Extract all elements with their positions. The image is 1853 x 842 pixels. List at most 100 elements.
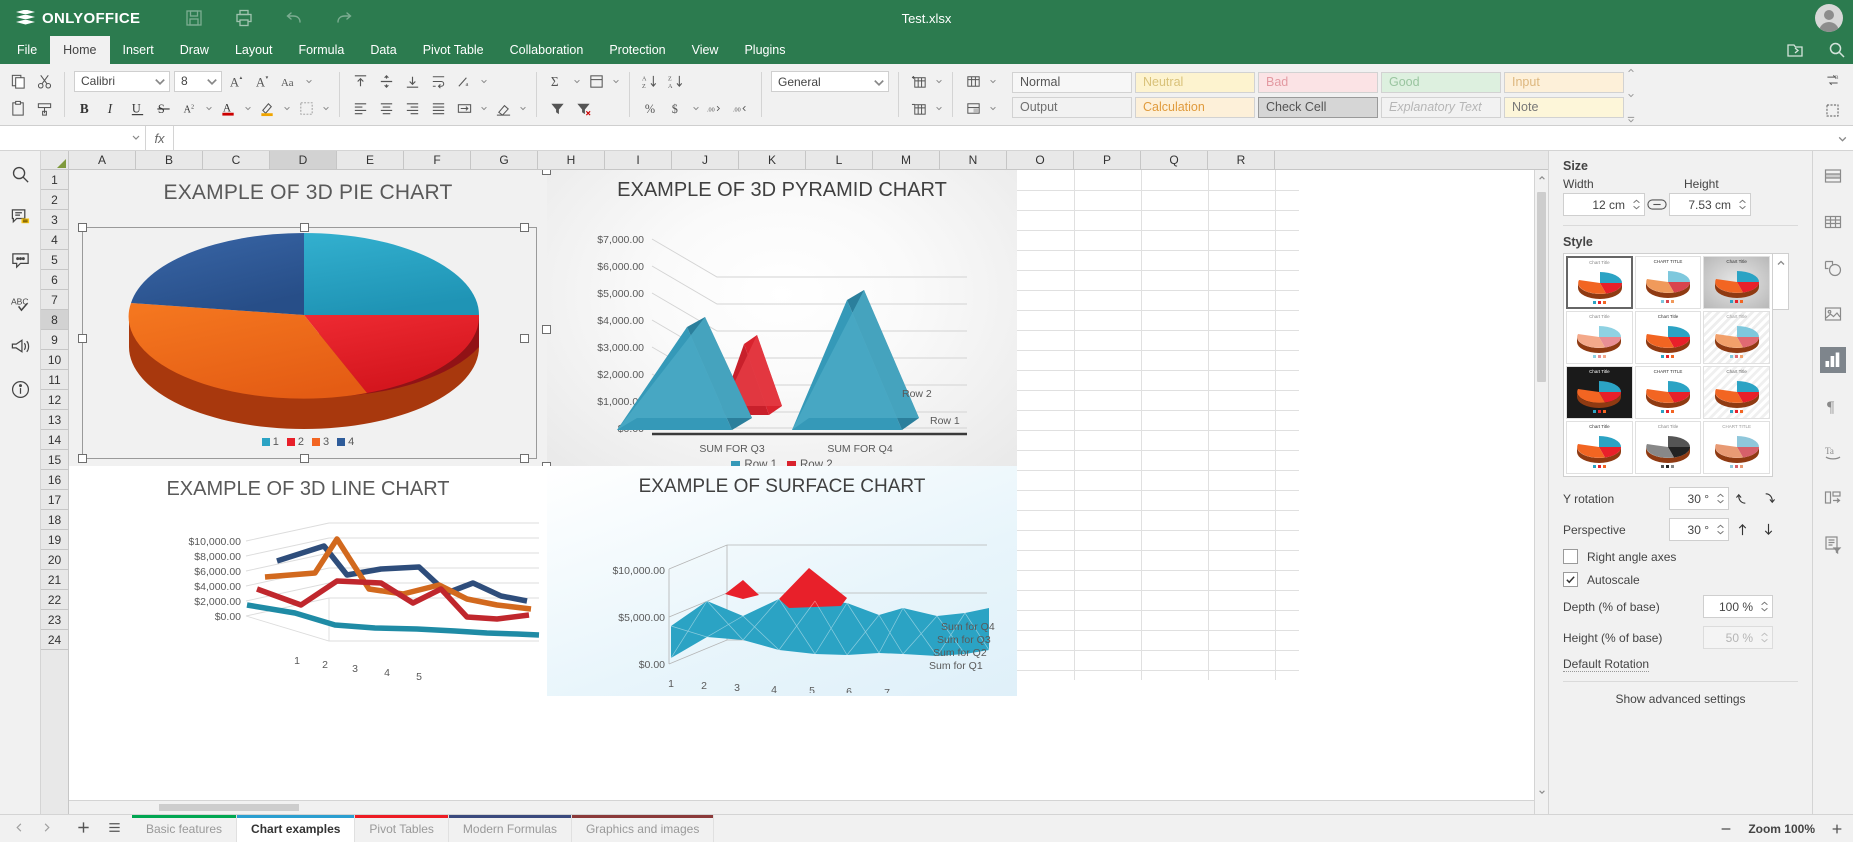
perspective-up-icon[interactable] (1729, 522, 1755, 537)
clear-filter-icon[interactable] (572, 97, 594, 119)
menu-item-protection[interactable]: Protection (596, 36, 678, 64)
decrease-font-size-icon[interactable]: A (252, 70, 274, 92)
user-avatar[interactable] (1815, 4, 1843, 32)
currency-format-icon[interactable]: $ (665, 97, 687, 119)
height-input[interactable]: 7.53 cm (1669, 193, 1751, 216)
chart-3d-line[interactable]: EXAMPLE OF 3D LINE CHART $10,000.00 $8,0… (69, 466, 547, 696)
chevron-down-icon[interactable] (131, 131, 141, 145)
chart-style-thumbnail[interactable]: CHART TITLE (1703, 421, 1770, 474)
cut-icon[interactable] (33, 70, 55, 92)
row-header-12[interactable]: 12 (41, 390, 68, 410)
text-art-icon[interactable]: Ta (1820, 439, 1846, 465)
menu-item-data[interactable]: Data (357, 36, 409, 64)
autosum-icon[interactable]: Σ (546, 70, 568, 92)
right-angle-axes-row[interactable]: Right angle axes (1563, 549, 1798, 564)
row-header-4[interactable]: 4 (41, 230, 68, 250)
select-all-icon[interactable] (1821, 99, 1843, 121)
delete-cells-icon[interactable] (908, 97, 930, 119)
stepper-arrows[interactable] (1630, 199, 1642, 210)
perspective-input[interactable]: 30 ° (1669, 518, 1729, 541)
chevron-down-icon[interactable] (153, 74, 167, 88)
column-header-P[interactable]: P (1074, 151, 1141, 169)
sheet-tab-basic-features[interactable]: Basic features (132, 815, 237, 842)
chevron-down-icon[interactable] (304, 70, 313, 92)
cell-settings-icon[interactable] (1820, 163, 1846, 189)
menu-item-file[interactable]: File (4, 36, 50, 64)
constant-proportions-icon[interactable] (1645, 199, 1669, 210)
add-sheet-icon[interactable] (76, 820, 91, 838)
increase-decimal-icon[interactable]: .00 (730, 97, 752, 119)
row-header-21[interactable]: 21 (41, 570, 68, 590)
row-header-14[interactable]: 14 (41, 430, 68, 450)
chart-3d-pyramid[interactable]: EXAMPLE OF 3D PYRAMID CHART $7,000.00 $6… (547, 170, 1017, 466)
chart-style-gallery[interactable]: Chart TitleCHART TITLEChart TitleChart T… (1563, 253, 1773, 477)
resize-handle[interactable] (520, 223, 529, 232)
menu-item-collaboration[interactable]: Collaboration (497, 36, 597, 64)
change-case-icon[interactable]: Aa (278, 70, 300, 92)
chevron-down-icon[interactable] (243, 97, 252, 119)
increase-font-size-icon[interactable]: A (226, 70, 248, 92)
style-gallery-expand-icon[interactable] (1626, 114, 1635, 124)
wrap-text-icon[interactable] (427, 70, 449, 92)
autoscale-checkbox[interactable] (1563, 572, 1578, 587)
replace-icon[interactable]: B (1821, 69, 1843, 91)
chart-style-thumbnail[interactable]: Chart Title (1566, 311, 1633, 364)
italic-button[interactable]: I (100, 97, 122, 119)
percent-format-icon[interactable]: % (639, 97, 661, 119)
chart-style-thumbnail[interactable]: Chart Title (1703, 366, 1770, 419)
table-settings-icon[interactable] (1820, 209, 1846, 235)
align-middle-icon[interactable] (375, 70, 397, 92)
column-header-G[interactable]: G (471, 151, 538, 169)
row-header-2[interactable]: 2 (41, 190, 68, 210)
chevron-down-icon[interactable] (479, 97, 488, 119)
print-icon[interactable] (234, 8, 254, 28)
chart-style-thumbnail[interactable]: Chart Title (1635, 421, 1702, 474)
font-size-combo[interactable]: 8 (174, 71, 222, 92)
right-angle-axes-checkbox[interactable] (1563, 549, 1578, 564)
sort-descending-icon[interactable]: ZA (665, 70, 687, 92)
sort-ascending-icon[interactable]: AZ (639, 70, 661, 92)
resize-handle[interactable] (78, 454, 87, 463)
cell-style-bad[interactable]: Bad (1258, 72, 1378, 93)
cell-style-good[interactable]: Good (1381, 72, 1501, 93)
column-header-K[interactable]: K (739, 151, 806, 169)
merge-cells-icon[interactable] (453, 97, 475, 119)
resize-handle[interactable] (542, 325, 551, 334)
about-icon[interactable] (9, 378, 31, 400)
cell-style-check-cell[interactable]: Check Cell (1258, 97, 1378, 118)
cell-style-note[interactable]: Note (1504, 97, 1624, 118)
column-header-B[interactable]: B (136, 151, 203, 169)
align-right-icon[interactable] (401, 97, 423, 119)
sheet-list-icon[interactable] (107, 820, 122, 838)
menu-item-plugins[interactable]: Plugins (731, 36, 798, 64)
align-left-icon[interactable] (349, 97, 371, 119)
row-header-20[interactable]: 20 (41, 550, 68, 570)
row-header-3[interactable]: 3 (41, 210, 68, 230)
row-header-7[interactable]: 7 (41, 290, 68, 310)
width-input[interactable]: 12 cm (1563, 193, 1645, 216)
paste-icon[interactable] (7, 97, 29, 119)
sheet-tab-chart-examples[interactable]: Chart examples (237, 815, 355, 842)
select-all-corner[interactable] (41, 151, 69, 169)
y-rotation-input[interactable]: 30 ° (1669, 487, 1729, 510)
style-gallery-scrollbar[interactable] (1773, 253, 1789, 310)
chevron-down-icon[interactable] (691, 97, 700, 119)
chevron-down-icon[interactable] (572, 70, 581, 92)
fill-icon[interactable] (585, 70, 607, 92)
chat-icon[interactable] (9, 249, 31, 271)
cell-style-normal[interactable]: Normal (1012, 72, 1132, 93)
autoscale-row[interactable]: Autoscale (1563, 572, 1798, 587)
underline-button[interactable]: U (126, 97, 148, 119)
formula-input[interactable] (174, 126, 1831, 150)
conditional-formatting-icon[interactable] (962, 97, 984, 119)
undo-icon[interactable] (284, 8, 304, 28)
menu-item-formula[interactable]: Formula (285, 36, 357, 64)
chart-settings-icon[interactable] (1820, 347, 1846, 373)
font-color-icon[interactable]: A (217, 97, 239, 119)
cell-style-output[interactable]: Output (1012, 97, 1132, 118)
chart-style-thumbnail[interactable]: Chart Title (1566, 256, 1633, 309)
borders-icon[interactable] (295, 97, 317, 119)
stepper-arrows[interactable] (1758, 601, 1770, 612)
chevron-down-icon[interactable] (611, 70, 620, 92)
resize-handle[interactable] (520, 334, 529, 343)
